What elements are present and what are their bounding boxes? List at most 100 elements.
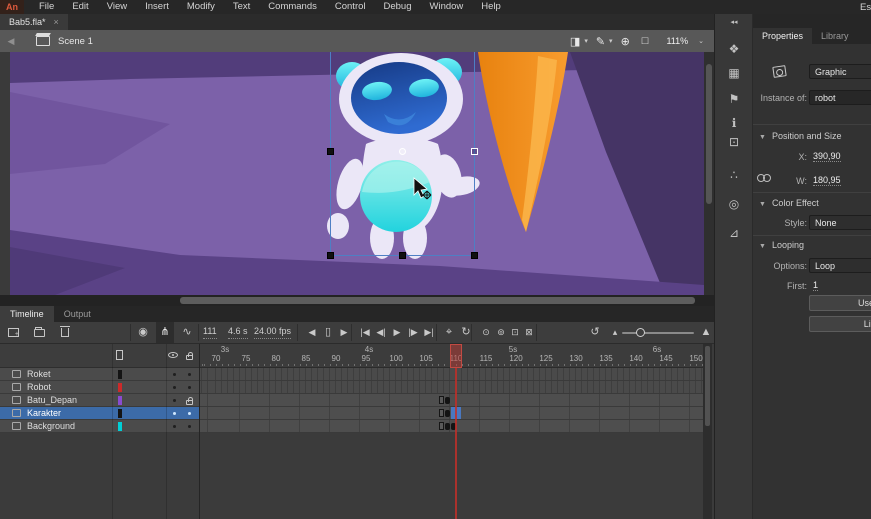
- menu-item-commands[interactable]: Commands: [259, 0, 326, 14]
- menu-item-window[interactable]: Window: [421, 0, 473, 14]
- selection-handle-bottom-right[interactable]: [471, 252, 478, 259]
- workspace-button[interactable]: Es: [860, 2, 871, 13]
- document-tab[interactable]: Bab5.fla* ×: [0, 14, 68, 30]
- layer-row-batu-depan[interactable]: Batu_Depan: [0, 394, 200, 407]
- motion-editor-panel-icon[interactable]: ⊿: [715, 226, 753, 240]
- keyframe-marker[interactable]: [445, 410, 450, 417]
- swatches-panel-icon[interactable]: ▦: [715, 66, 753, 80]
- use-frame-picker-button[interactable]: Use Fra: [809, 295, 871, 311]
- layer-row-roket[interactable]: Roket: [0, 368, 200, 381]
- frame-rate-value[interactable]: 24.00 fps: [254, 326, 291, 339]
- clapperboard-icon[interactable]: ◨: [566, 35, 584, 48]
- layer-visibility-dot[interactable]: [173, 399, 176, 402]
- clapperboard-icon-caret[interactable]: ▾: [584, 37, 588, 45]
- new-folder-icon[interactable]: [34, 329, 45, 337]
- camera-icon[interactable]: ◉: [134, 322, 152, 343]
- keyframe-marker[interactable]: [445, 423, 450, 430]
- brushes-panel-icon[interactable]: ∴: [715, 168, 753, 182]
- tab-library[interactable]: Library: [812, 28, 858, 44]
- modify-markers-icon[interactable]: ⊠: [520, 322, 538, 343]
- loop-icon[interactable]: ↻: [457, 322, 475, 343]
- frames-area[interactable]: 3s4s5s6s70758085909510010511011512012513…: [200, 344, 712, 519]
- layer-lock-dot[interactable]: [188, 412, 191, 415]
- layer-row-robot[interactable]: Robot: [0, 381, 200, 394]
- zoom-out-timeline-icon[interactable]: ▴: [606, 322, 624, 343]
- color-effect-section-header[interactable]: ▼Color Effect: [759, 198, 819, 208]
- end-frame-marker[interactable]: [439, 396, 444, 404]
- menu-item-help[interactable]: Help: [472, 0, 510, 14]
- menu-item-modify[interactable]: Modify: [178, 0, 224, 14]
- cc-libraries-panel-icon[interactable]: ◎: [715, 197, 753, 211]
- collapse-panel-icon[interactable]: ◂◂: [715, 18, 753, 26]
- layer-outline-color[interactable]: [118, 409, 122, 418]
- close-tab-icon[interactable]: ×: [54, 17, 59, 27]
- zoom-dropdown-icon[interactable]: ⌄: [698, 37, 704, 45]
- align-panel-icon[interactable]: ⚑: [715, 92, 753, 106]
- reset-zoom-icon[interactable]: ↺: [586, 322, 604, 343]
- zoom-level-value[interactable]: 111%: [656, 34, 698, 48]
- timeline-zoom-slider[interactable]: [622, 332, 694, 334]
- lock-column-icon[interactable]: [186, 355, 193, 360]
- w-value[interactable]: 180,95: [813, 175, 841, 186]
- layer-visibility-dot[interactable]: [173, 425, 176, 428]
- step-forward-icon[interactable]: ▶: [335, 322, 353, 343]
- menu-item-file[interactable]: File: [30, 0, 63, 14]
- end-frame-marker[interactable]: [439, 409, 444, 417]
- end-frame-marker[interactable]: [439, 422, 444, 430]
- tab-timeline[interactable]: Timeline: [0, 306, 54, 322]
- layer-outline-color[interactable]: [118, 396, 122, 405]
- instance-name-field[interactable]: robot: [809, 90, 871, 105]
- first-frame-value[interactable]: 1: [813, 280, 818, 291]
- last-frame-icon[interactable]: ▶|: [420, 322, 438, 343]
- menu-item-view[interactable]: View: [98, 0, 136, 14]
- info-panel-icon[interactable]: ℹ: [715, 116, 753, 130]
- slider-knob[interactable]: [636, 328, 645, 337]
- center-playhead-icon[interactable]: ⌖: [440, 322, 458, 343]
- menu-item-debug[interactable]: Debug: [375, 0, 421, 14]
- style-dropdown[interactable]: None: [809, 215, 871, 230]
- color-panel-icon[interactable]: ❖: [715, 42, 753, 56]
- menu-item-edit[interactable]: Edit: [63, 0, 97, 14]
- scene-name[interactable]: Scene 1: [58, 36, 93, 47]
- menu-item-control[interactable]: Control: [326, 0, 375, 14]
- symbol-type-dropdown[interactable]: Graphic: [809, 64, 871, 79]
- menu-item-text[interactable]: Text: [224, 0, 259, 14]
- edit-symbols-icon[interactable]: ✎: [592, 35, 609, 48]
- selection-handle-right[interactable]: [471, 148, 478, 155]
- menu-item-insert[interactable]: Insert: [136, 0, 178, 14]
- current-frame-value[interactable]: 111: [203, 326, 217, 339]
- tab-output[interactable]: Output: [54, 306, 101, 322]
- new-layer-icon[interactable]: [8, 328, 19, 337]
- layer-lock-dot[interactable]: [188, 425, 191, 428]
- tab-properties[interactable]: Properties: [753, 28, 812, 44]
- stage-horizontal-scrollbar[interactable]: [0, 295, 714, 306]
- zoom-in-timeline-icon[interactable]: ▲: [697, 322, 715, 343]
- app-logo-icon[interactable]: An: [0, 0, 24, 14]
- x-value[interactable]: 390,90: [813, 151, 841, 162]
- scrollbar-thumb[interactable]: [180, 297, 695, 304]
- selection-handle-left[interactable]: [327, 148, 334, 155]
- timeline-vertical-scrollbar[interactable]: [703, 344, 712, 519]
- eye-column-icon[interactable]: [168, 352, 178, 358]
- delete-layer-icon[interactable]: [61, 328, 69, 337]
- selection-handle-bottom-left[interactable]: [327, 252, 334, 259]
- stage-vertical-scrollbar[interactable]: [704, 52, 714, 295]
- layer-lock-icon[interactable]: [186, 400, 193, 405]
- transform-panel-icon[interactable]: ⊡: [715, 135, 753, 149]
- layer-visibility-dot[interactable]: [173, 412, 176, 415]
- transform-point[interactable]: [399, 148, 406, 155]
- layer-visibility-dot[interactable]: [173, 373, 176, 376]
- center-stage-icon[interactable]: ⊕: [617, 35, 634, 48]
- looping-section-header[interactable]: ▼Looping: [759, 240, 804, 250]
- playhead-marker[interactable]: [450, 344, 462, 368]
- layer-outline-color[interactable]: [118, 422, 122, 431]
- lip-syncing-button[interactable]: Lip S: [809, 316, 871, 332]
- layer-outline-color[interactable]: [118, 383, 122, 392]
- selection-handle-bottom-center[interactable]: [399, 252, 406, 259]
- back-arrow-icon[interactable]: ◀: [0, 36, 22, 47]
- layer-lock-dot[interactable]: [188, 373, 191, 376]
- layer-visibility-dot[interactable]: [173, 386, 176, 389]
- loop-options-dropdown[interactable]: Loop: [809, 258, 871, 273]
- show-parenting-icon[interactable]: ⋔: [156, 322, 174, 343]
- edit-symbols-icon-caret[interactable]: ▾: [609, 37, 613, 45]
